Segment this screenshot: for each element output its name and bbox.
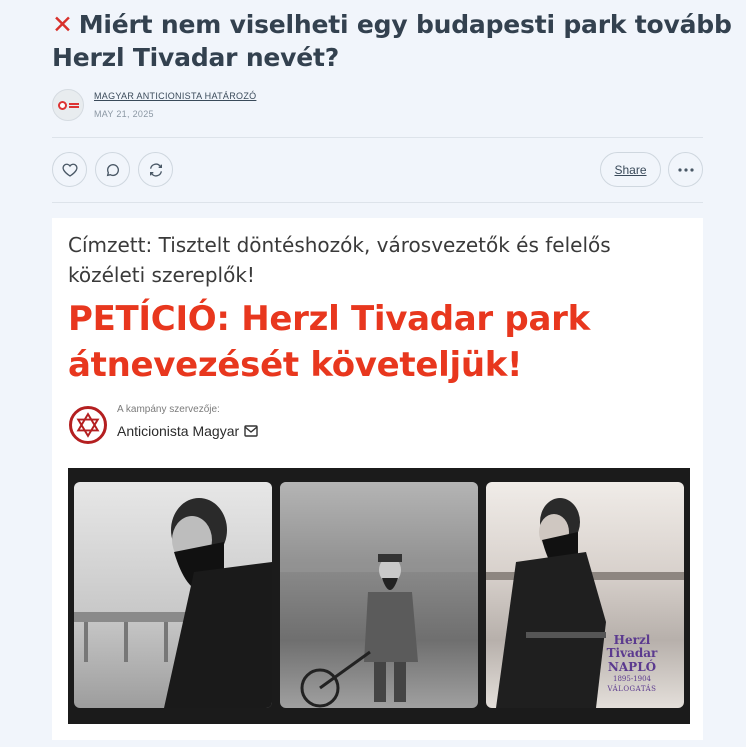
heart-icon [61,163,78,177]
post-title: ✕ Miért nem viselheti egy budapesti park … [52,8,732,74]
organizer-name[interactable]: Anticionista Magyar [117,423,258,439]
like-button[interactable] [52,152,87,187]
mail-icon[interactable] [244,425,258,437]
petition-headline: PETÍCIÓ: Herzl Tivadar park átnevezését … [68,299,590,385]
petition-embed: Címzett: Tisztelt döntéshozók, városveze… [52,218,703,740]
post-title-text: Miért nem viselheti egy budapesti park t… [52,10,732,72]
portrait-photo-2 [280,482,478,708]
book-cover-photo: Herzl Tivadar NAPLÓ 1895-1904 VÁLOGATÁS [486,482,684,708]
ellipsis-icon [677,167,694,172]
book-cover-title: Herzl Tivadar NAPLÓ 1895-1904 VÁLOGATÁS [592,633,672,694]
divider-bottom [52,202,703,203]
book-subtitle: VÁLOGATÁS [607,685,657,694]
book-title-line2: Tivadar [606,646,658,661]
author-meta: MAGYAR ANTICIONISTA HATÁROZÓ MAY 21, 202… [94,91,256,119]
restack-button[interactable] [138,152,173,187]
organizer-avatar [69,406,107,444]
action-bar: Share [52,152,703,188]
book-years: 1895-1904 [613,675,651,684]
star-of-david-icon [76,412,100,438]
comment-icon [106,163,119,176]
divider-top [52,137,703,138]
cross-mark-icon: ✕ [52,10,73,39]
comment-button[interactable] [95,152,130,187]
author-row: MAGYAR ANTICIONISTA HATÁROZÓ MAY 21, 202… [52,88,256,122]
post-date: MAY 21, 2025 [94,109,154,119]
author-link[interactable]: MAGYAR ANTICIONISTA HATÁROZÓ [94,91,256,101]
logo-text-icon [68,102,79,108]
book-title-line1: Herzl [613,633,651,648]
logo-mark-icon [57,100,67,110]
organizer-label: A kampány szervezője: [117,404,220,415]
photo-collage: Herzl Tivadar NAPLÓ 1895-1904 VÁLOGATÁS [68,468,690,724]
book-title-line3: NAPLÓ [607,659,657,674]
restack-icon [149,162,162,177]
organizer-name-text: Anticionista Magyar [117,423,240,439]
publication-logo[interactable] [52,89,84,121]
petition-addressee: Címzett: Tisztelt döntéshozók, városveze… [68,233,611,287]
more-options-button[interactable] [668,152,703,187]
portrait-photo-1 [74,482,272,708]
share-button[interactable]: Share [600,152,661,187]
